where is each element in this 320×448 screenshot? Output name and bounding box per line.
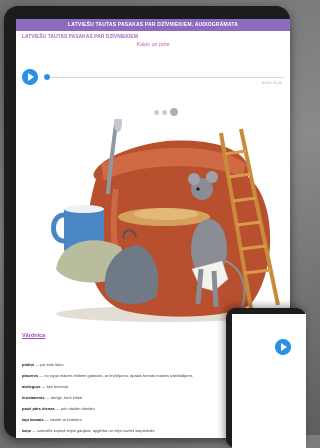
vocabulary-definition: — pēc dažām dienām: [55, 406, 95, 411]
second-tablet: [226, 308, 306, 448]
vocabulary-term: kaņs: [22, 428, 32, 433]
second-play-button[interactable]: [275, 339, 291, 355]
vocabulary-item: pödiņi — pie kūts šķiru: [22, 362, 64, 367]
vocabulary-term: krustabenis: [22, 395, 45, 400]
carousel-dot-active[interactable]: [170, 108, 178, 116]
vocabulary-item: krustabenis — derīgs, kurš krīšdi: [22, 395, 82, 400]
vocabulary-definition: — no rupja maizes miltiem gatavots, ar i…: [39, 373, 193, 378]
vocabulary-definition: — šķir iemeņot: [41, 384, 69, 389]
story-title: Kaķis un pele: [136, 42, 170, 48]
vocabulary-term: pödiņi: [22, 362, 34, 367]
carousel-dot[interactable]: [154, 109, 159, 115]
vocabulary-title: Vārdnīca: [22, 333, 46, 339]
vocabulary-term: aizlieguŗs: [22, 384, 41, 389]
carousel-dots[interactable]: [154, 108, 194, 118]
app-title-bar: LATVIEŠU TAUTAS PASAKAS PAR DZĪVNIEKIEM.…: [16, 19, 290, 31]
vocabulary-item: aizlieguŗs — šķir iemeņot: [22, 384, 68, 389]
vocabulary-term: placenis: [22, 373, 39, 378]
story-header: LATVIEŠU TAUTAS PASAKAS PAR DZĪVNIEKIEM …: [16, 31, 290, 54]
vocabulary-item: lapi kamais — vismēr ar kraŗšeni: [22, 417, 82, 422]
carousel-dot[interactable]: [162, 109, 167, 115]
second-tablet-screen: [232, 314, 306, 448]
vocabulary-definition: — derīgs, kurš krīšdi: [45, 395, 83, 400]
vocabulary-term: lapi kamais: [22, 417, 44, 422]
book-title: LATVIEŠU TAUTAS PASAKAS PAR DZĪVNIEKIEM: [22, 34, 138, 40]
vocabulary-item: placenis — no rupja maizes miltiem gatav…: [22, 373, 193, 378]
time-readout: 00:00 / 04:36: [261, 81, 282, 85]
app-title: LATVIEŠU TAUTAS PASAKAS PAR DZĪVNIEKIEM.…: [67, 22, 239, 28]
vocabulary-definition: — vismēr ar kraŗšeni: [44, 417, 82, 422]
audio-player: 00:00 / 04:36: [22, 69, 290, 87]
play-button[interactable]: [22, 69, 38, 85]
vocabulary-item: pauē pārs dienas — pēc dažām dienām: [22, 406, 95, 411]
progress-track[interactable]: [44, 77, 284, 78]
vocabulary-definition: — pie kūts šķiru: [35, 362, 64, 367]
vocabulary-item: kaņs — sakrotīts kopiņā teipis gaujiais,…: [22, 428, 155, 433]
vocabulary-section: Vārdnīca pödiņi — pie kūts šķiru placenis…: [22, 333, 242, 438]
vocabulary-term: pauē pārs dienas: [22, 406, 55, 411]
progress-knob[interactable]: [44, 74, 50, 80]
story-illustration: [51, 119, 280, 322]
vocabulary-definition: — sakrotīts kopiņā teipis gaujiais, apģē…: [32, 428, 155, 433]
